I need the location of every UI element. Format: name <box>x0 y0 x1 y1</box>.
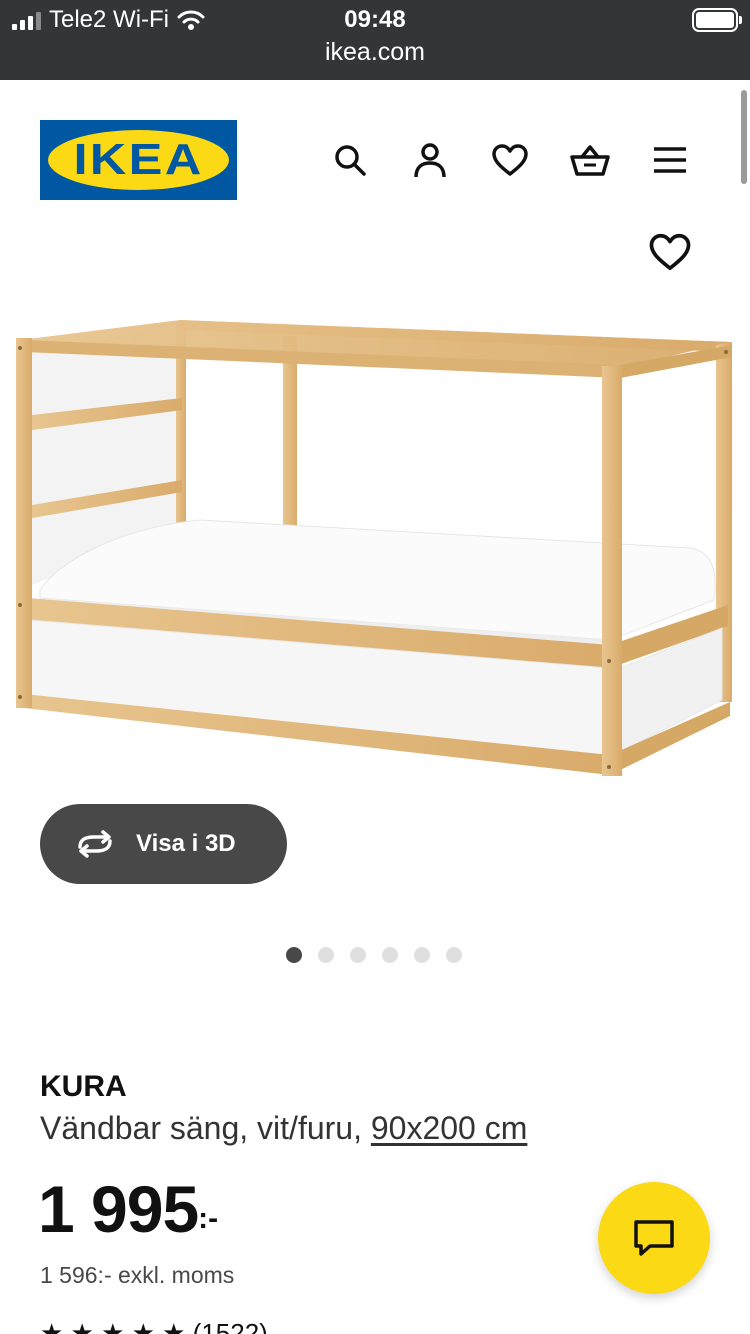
carousel-dot-3[interactable] <box>350 947 366 963</box>
account-icon <box>414 143 446 178</box>
carousel-dot-6[interactable] <box>446 947 462 963</box>
heart-icon <box>492 144 528 176</box>
image-carousel-dots <box>286 947 462 963</box>
price-amount: 1 995 <box>38 1172 199 1246</box>
view-in-3d-button[interactable]: Visa i 3D <box>40 804 287 884</box>
page-scrollbar[interactable] <box>741 90 747 184</box>
carousel-dot-5[interactable] <box>414 947 430 963</box>
browser-status-bar: Tele2 Wi-Fi 09:48 ikea.com <box>0 0 750 80</box>
add-to-favourites-button[interactable] <box>648 232 692 276</box>
price-excl-vat: 1 596:- exkl. moms <box>40 1262 235 1288</box>
chat-button[interactable] <box>598 1182 710 1294</box>
chat-icon <box>634 1220 674 1256</box>
carousel-dot-4[interactable] <box>382 947 398 963</box>
logo-text: IKEA <box>73 135 204 184</box>
product-size-link[interactable]: 90x200 cm <box>371 1110 528 1146</box>
menu-button[interactable] <box>648 138 692 182</box>
product-rating[interactable]: ★ ★ ★ ★ ★ (1522) <box>40 1318 268 1334</box>
hamburger-menu-icon <box>654 147 686 173</box>
product-price: 1 995 :- <box>38 1176 218 1242</box>
carousel-dot-2[interactable] <box>318 947 334 963</box>
carousel-dot-1[interactable] <box>286 947 302 963</box>
product-description: Vändbar säng, vit/furu, 90x200 cm <box>40 1110 527 1147</box>
rotate-3d-icon <box>78 830 112 858</box>
view-in-3d-label: Visa i 3D <box>136 830 236 857</box>
basket-icon <box>570 145 610 176</box>
battery-icon <box>692 8 742 32</box>
search-icon <box>335 145 366 176</box>
url-bar[interactable]: ikea.com <box>0 38 750 67</box>
heart-icon <box>649 233 691 271</box>
account-button[interactable] <box>408 138 452 182</box>
search-button[interactable] <box>328 138 372 182</box>
product-image[interactable] <box>0 300 750 800</box>
favourites-button[interactable] <box>488 138 532 182</box>
clock: 09:48 <box>344 6 406 33</box>
product-type: Vändbar säng, vit/furu, <box>40 1110 371 1146</box>
price-suffix: :- <box>198 1202 219 1235</box>
cart-button[interactable] <box>568 138 612 182</box>
ikea-logo[interactable]: IKEA <box>40 120 237 200</box>
product-name: KURA <box>40 1070 127 1103</box>
